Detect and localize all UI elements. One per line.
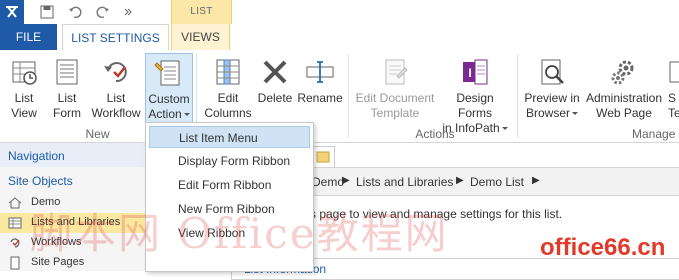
list-workflow-button[interactable]: List Workflow [88, 56, 144, 121]
list-workflow-label-1: List [106, 91, 126, 105]
menu-item-label: Display Form Ribbon [178, 154, 291, 168]
navigation-title: Navigation [8, 149, 65, 163]
context-tab-header: LIST [171, 0, 232, 24]
design-forms-label-1: Design Forms [456, 91, 494, 120]
document-tab[interactable] [311, 146, 335, 167]
ribbon: List View List Form List Workflow Custom… [0, 50, 679, 143]
redo-icon[interactable] [94, 3, 112, 21]
edit-columns-icon [216, 59, 240, 85]
menu-item-list-item-menu[interactable]: List Item Menu [149, 126, 310, 148]
preview-in-browser-label-2: Browser [522, 106, 582, 121]
infopath-icon: I [463, 59, 488, 85]
home-icon [8, 197, 22, 209]
breadcrumb-item-lists-and-libraries[interactable]: Lists and Libraries [356, 175, 453, 189]
chevron-down-icon [572, 112, 578, 116]
list-icon [8, 217, 22, 229]
document-template-icon [385, 59, 408, 85]
administration-label-2: Web Page [596, 106, 652, 120]
edit-columns-label-1: Edit [217, 91, 239, 105]
list-form-button[interactable]: List Form [48, 56, 86, 121]
site-objects-heading: Site Objects [8, 174, 73, 188]
watermark-site: office66.cn [540, 234, 666, 261]
gear-icon [611, 60, 634, 85]
list-view-label-1: List [14, 91, 34, 105]
delete-label: Delete [257, 91, 293, 105]
list-form-label-2: Form [53, 106, 81, 120]
chevron-down-icon [183, 113, 190, 117]
custom-action-label-1: Custom [148, 92, 190, 106]
breadcrumb-separator-icon: ▶ [456, 175, 464, 186]
edit-document-template-button[interactable]: Edit Document Template [353, 56, 437, 121]
edit-columns-label-2: Columns [204, 106, 252, 120]
rename-label: Rename [297, 91, 343, 105]
list-view-label-2: View [11, 106, 37, 120]
sharepoint-designer-logo-icon[interactable] [0, 0, 24, 24]
edit-document-template-label-2: Template [370, 106, 420, 120]
administration-label-1: Administration [585, 91, 663, 105]
group-label-actions: Actions [415, 127, 455, 141]
custom-action-button[interactable]: Custom Action [145, 53, 193, 125]
truncated-label-2: Te [668, 106, 679, 120]
rename-icon [306, 61, 334, 83]
breadcrumb-item-demo[interactable]: Demo [312, 175, 344, 189]
context-tab-label: LIST [190, 6, 213, 17]
edit-document-template-label-1: Edit Document [355, 91, 435, 105]
list-form-label-1: List [57, 91, 77, 105]
breadcrumb-separator-icon: ▶ [532, 175, 540, 186]
tab-file[interactable]: FILE [0, 24, 57, 50]
list-form-icon [56, 59, 78, 85]
list-view-icon [12, 61, 37, 85]
truncated-label-1: S [668, 91, 677, 105]
menu-item-label: Edit Form Ribbon [178, 178, 272, 192]
watermark-text: 脚本网 Office教程网 [30, 209, 449, 258]
workflow-icon [10, 238, 20, 248]
menu-item-display-form-ribbon[interactable]: Display Form Ribbon [149, 150, 310, 172]
menu-item-label: List Item Menu [179, 131, 258, 145]
customize-toolbar-icon[interactable] [119, 3, 137, 21]
preview-browser-icon [541, 59, 564, 85]
group-separator [517, 54, 518, 138]
tab-list-settings[interactable]: LIST SETTINGS [62, 24, 169, 51]
breadcrumb-item-demo-list[interactable]: Demo List [470, 175, 524, 189]
svg-text:I: I [468, 66, 471, 80]
breadcrumb-separator-icon: ▶ [342, 175, 350, 186]
undo-icon[interactable] [66, 3, 84, 21]
save-icon[interactable] [38, 3, 56, 21]
edit-columns-button[interactable]: Edit Columns [202, 56, 254, 121]
truncated-button[interactable]: S Te [668, 56, 679, 121]
tab-views[interactable]: VIEWS [171, 24, 230, 50]
list-workflow-icon [104, 62, 127, 83]
preview-in-browser-label-1: Preview in [524, 91, 580, 105]
page-icon [10, 256, 20, 270]
delete-button[interactable]: Delete [256, 56, 294, 106]
preview-in-browser-button[interactable]: Preview in Browser [522, 56, 582, 121]
custom-action-label-2: Action [146, 107, 192, 122]
ribbon-tabs: FILE LIST SETTINGS VIEWS [0, 24, 679, 51]
chevron-down-icon [501, 127, 508, 131]
folder-icon [316, 151, 330, 163]
custom-action-icon [154, 60, 180, 86]
group-separator [348, 54, 349, 138]
list-view-button[interactable]: List View [4, 56, 44, 121]
design-forms-infopath-button[interactable]: I Design Forms in InfoPath [438, 56, 512, 136]
delete-icon [263, 60, 287, 84]
group-label-new: New [85, 127, 110, 141]
settings-icon [669, 61, 679, 83]
quick-access-toolbar [0, 0, 679, 24]
rename-button[interactable]: Rename [297, 56, 343, 106]
group-label-manage: Manage [632, 127, 676, 141]
administration-web-page-button[interactable]: Administration Web Page [583, 56, 665, 121]
menu-item-edit-form-ribbon[interactable]: Edit Form Ribbon [149, 174, 310, 196]
list-workflow-label-2: Workflow [91, 106, 141, 120]
